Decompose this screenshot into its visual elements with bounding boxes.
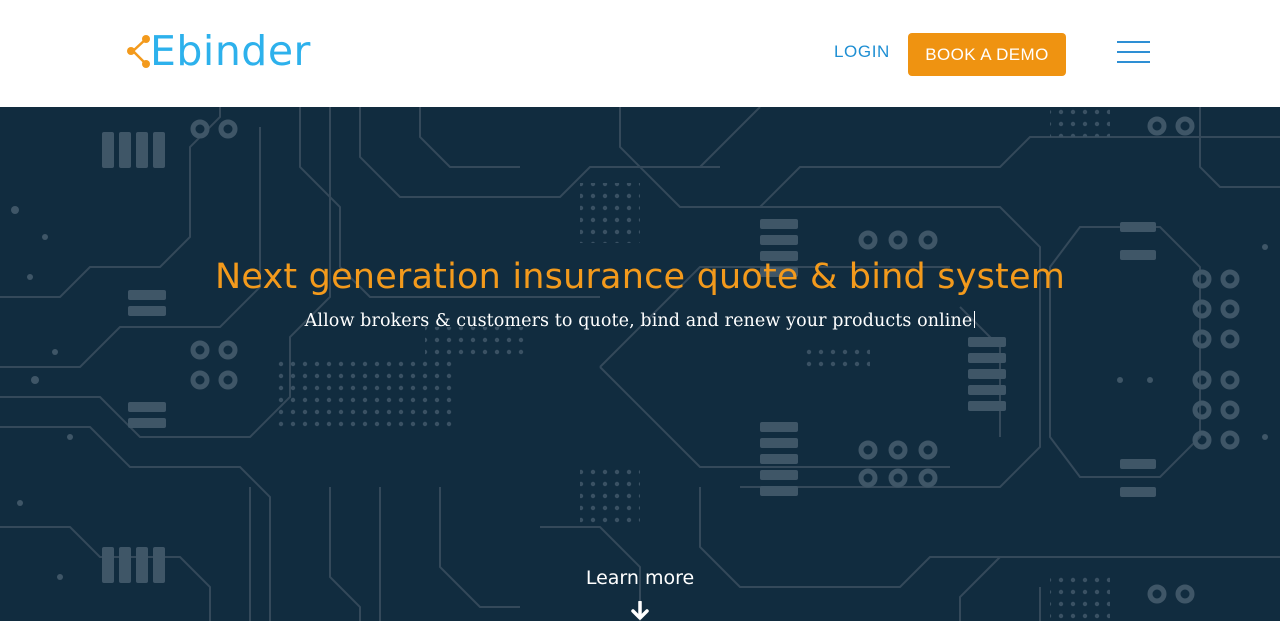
logo-text: Ebinder xyxy=(150,27,311,75)
logo[interactable]: Ebinder xyxy=(126,26,311,76)
circuit-background xyxy=(0,107,1280,621)
hero-section: Next generation insurance quote & bind s… xyxy=(0,107,1280,621)
site-header: Ebinder LOGIN BOOK A DEMO xyxy=(0,0,1280,107)
hero-subtitle: Allow brokers & customers to quote, bind… xyxy=(0,311,1280,331)
hamburger-menu-icon[interactable] xyxy=(1117,41,1150,65)
logo-nodes-icon xyxy=(127,35,150,68)
learn-more-link[interactable]: Learn more xyxy=(0,567,1280,589)
typing-cursor xyxy=(974,311,976,328)
hero-subtitle-text: Allow brokers & customers to quote, bind… xyxy=(304,311,973,331)
hero-title: Next generation insurance quote & bind s… xyxy=(215,257,1065,297)
book-demo-button[interactable]: BOOK A DEMO xyxy=(908,33,1066,76)
arrow-down-icon[interactable] xyxy=(631,601,649,621)
login-link[interactable]: LOGIN xyxy=(834,42,890,62)
